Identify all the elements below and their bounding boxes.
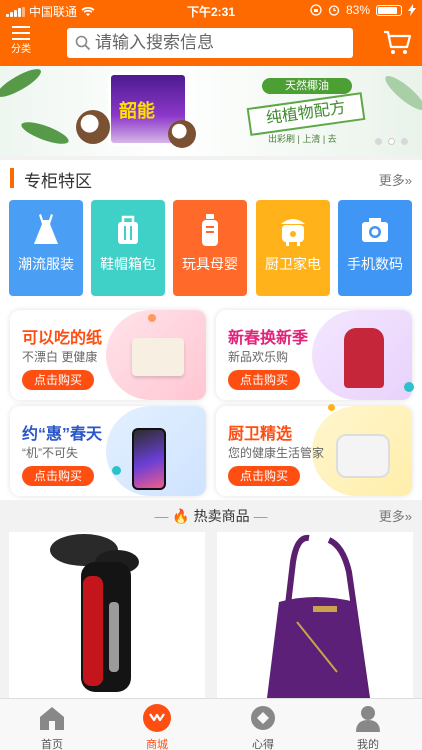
coconut-image [168,120,196,148]
cart-icon[interactable] [382,28,412,56]
hot-section-header: — 🔥 热卖商品 — 更多» [0,500,422,530]
user-icon [356,706,380,732]
decor-dot [328,404,335,411]
decor-dot [404,382,414,392]
leaf-decoration [381,71,422,115]
tab-home[interactable]: 首页 [22,703,82,750]
section-accent [10,168,14,188]
buy-button[interactable]: 点击购买 [22,370,94,390]
shaver-product-image [50,534,139,692]
search-input[interactable] [95,33,345,53]
search-icon [75,35,91,51]
charging-icon [408,4,416,16]
search-bar[interactable] [67,28,353,58]
stew-pot-image [336,434,390,478]
home-icon [40,707,64,730]
category-tile-appliances[interactable]: 厨卫家电 [256,200,330,296]
banner-subline: 出彩刷 | 上清 | 去 [268,134,337,144]
decor-dot [148,314,156,322]
ricecooker-icon [281,219,305,246]
camera-icon [362,218,388,242]
section-more-link[interactable]: 更多» [379,170,412,189]
category-tile-baby[interactable]: 玩具母婴 [173,200,247,296]
product-card-shaver[interactable] [9,532,205,698]
tab-mine[interactable]: 我的 [338,703,398,750]
bag-product-image [267,534,371,698]
section-header: 专柜特区 更多» [0,160,422,196]
carousel-dot[interactable] [375,138,382,145]
bottle-icon [202,214,218,246]
promo-card-fashion[interactable]: 新春换新季 新品欢乐购 点击购买 [216,310,412,400]
decor-dot [112,466,121,475]
alarm-icon [328,5,340,16]
carousel-dots [375,138,408,145]
tab-shop[interactable]: 商城 [127,703,187,750]
menu-list-icon [12,26,30,40]
flame-icon: 🔥 [172,508,190,524]
leaf-decoration [0,66,45,102]
category-label: 分类 [11,44,31,55]
buy-button[interactable]: 点击购买 [22,466,94,486]
dress-icon [34,214,58,244]
notes-icon [251,706,275,730]
phone-image [132,428,166,490]
tab-notes[interactable]: 心得 [233,703,293,750]
product-card-bag[interactable] [217,532,413,698]
promo-banner[interactable]: 韶能 天然椰油 纯植物配方 出彩刷 | 上清 | 去 [0,66,422,156]
battery-icon [376,4,402,16]
battery-percent: 83% [345,3,370,17]
section-title: 专柜特区 [24,172,92,191]
banner-headline: 纯植物配方 [246,92,366,136]
hot-section-title: 热卖商品 [193,508,250,524]
bottom-tab-bar: 首页 商城 心得 我的 [0,698,422,750]
carousel-dot[interactable] [401,138,408,145]
status-bar: 中国联通 下午2:31 83% [0,0,422,20]
top-bar: 中国联通 下午2:31 83% 分类 [0,0,422,66]
banner-tag: 天然椰油 [262,78,352,94]
coconut-image [76,110,110,144]
promo-card-kitchen[interactable]: 厨卫精选 您的健康生活管家 点击购买 [216,406,412,496]
promo-card-phone[interactable]: 约“惠”春天 “机”不可失 点击购买 [10,406,206,496]
buy-button[interactable]: 点击购买 [228,370,300,390]
category-grid: 潮流服装 鞋帽箱包 玩具母婴 厨卫家电 手机数码 [0,196,422,304]
leaf-decoration [19,117,71,149]
bag-icon [118,215,138,244]
category-tile-clothing[interactable]: 潮流服装 [9,200,83,296]
promo-cards: 可以吃的纸 不漂白 更健康 点击购买 新春换新季 新品欢乐购 点击购买 约“惠”… [0,304,422,500]
category-tile-bags[interactable]: 鞋帽箱包 [91,200,165,296]
category-tile-digital[interactable]: 手机数码 [338,200,412,296]
promo-card-tissue[interactable]: 可以吃的纸 不漂白 更健康 点击购买 [10,310,206,400]
shop-icon [143,704,171,732]
blouse-image [344,328,384,388]
category-button[interactable]: 分类 [8,24,34,62]
hot-more-link[interactable]: 更多» [379,506,412,525]
buy-button[interactable]: 点击购买 [228,466,300,486]
lock-rotation-icon [310,4,322,16]
tissue-box-image [132,338,184,376]
carousel-dot-active[interactable] [388,138,395,145]
